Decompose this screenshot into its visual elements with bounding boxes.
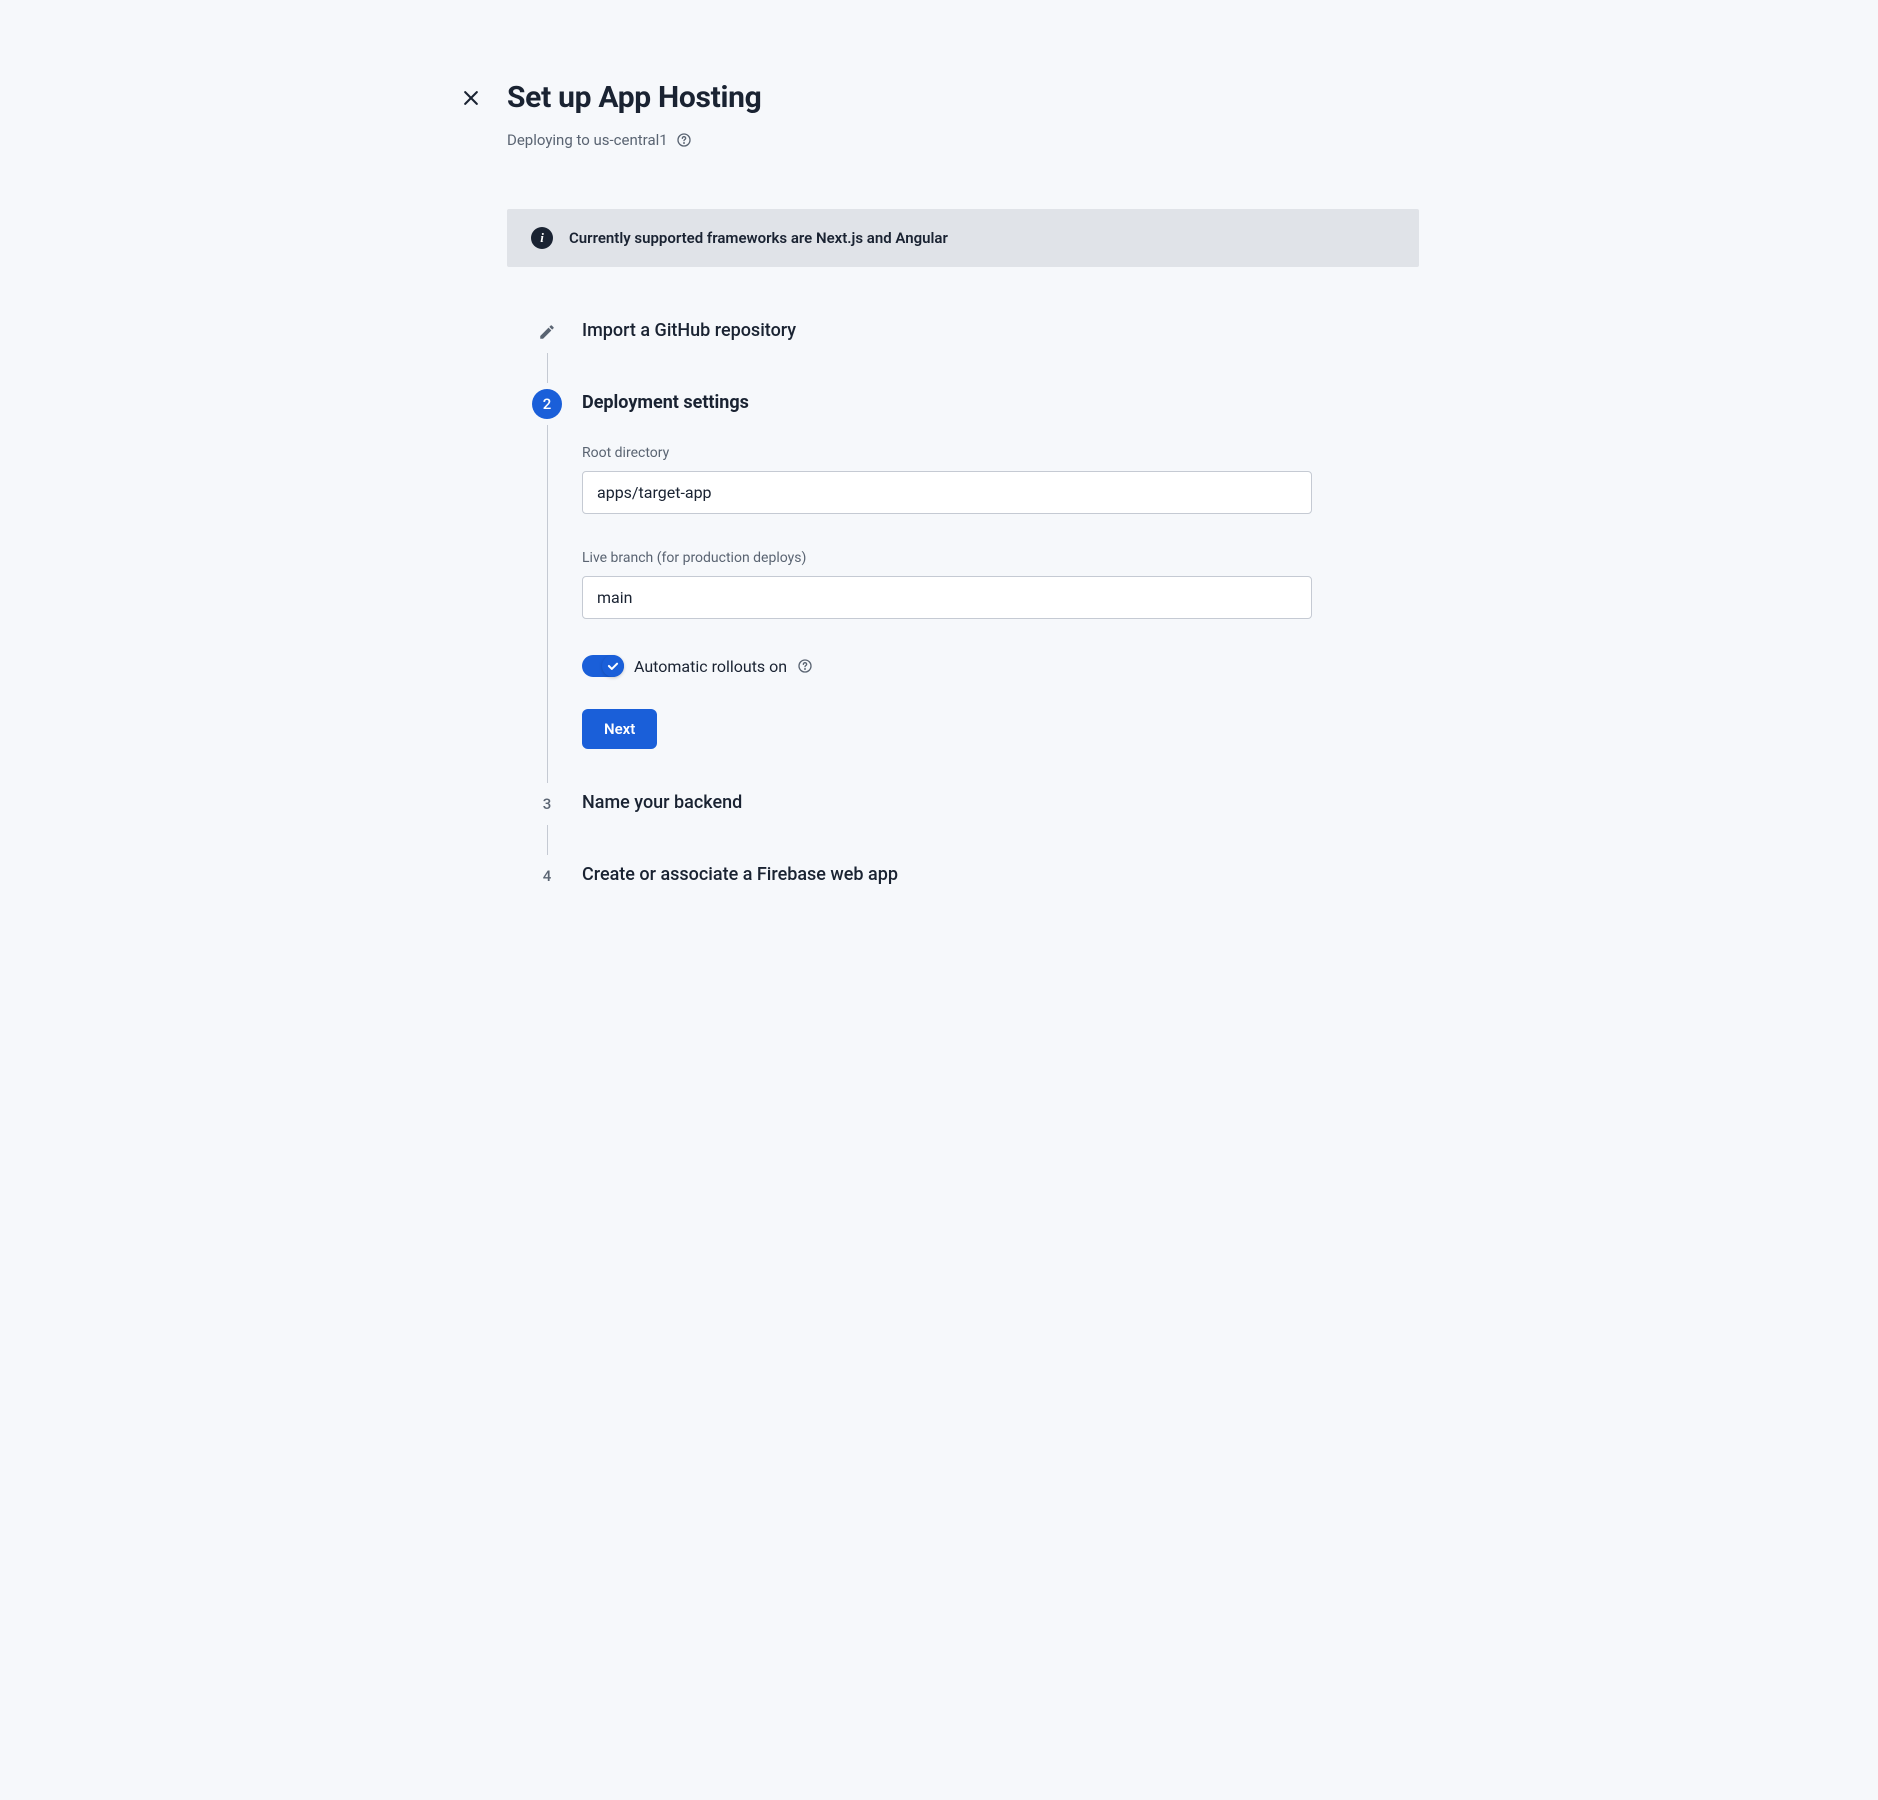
info-banner: i Currently supported frameworks are Nex… [507,209,1419,267]
step-2-badge: 2 [532,389,562,419]
step-3-badge: 3 [532,789,562,819]
edit-icon[interactable] [532,317,562,347]
step-1-title: Import a GitHub repository [582,317,1419,341]
page-title: Set up App Hosting [507,80,761,115]
step-connector [547,353,548,383]
help-icon[interactable] [676,132,692,148]
step-name-backend: 3 Name your backend [532,789,1419,861]
step-firebase-app: 4 Create or associate a Firebase web app [532,861,1419,891]
help-icon[interactable] [797,658,813,674]
step-import-repo: Import a GitHub repository [532,317,1419,389]
auto-rollouts-label: Automatic rollouts on [634,657,787,676]
root-directory-input[interactable] [582,471,1312,514]
next-button[interactable]: Next [582,709,657,749]
info-icon: i [531,227,553,249]
live-branch-input[interactable] [582,576,1312,619]
step-connector [547,825,548,855]
step-4-title: Create or associate a Firebase web app [582,861,1419,885]
close-button[interactable] [459,86,483,110]
root-directory-label: Root directory [582,445,1419,461]
auto-rollouts-toggle[interactable] [582,655,624,677]
step-3-title: Name your backend [582,789,1419,813]
step-connector [547,425,548,783]
info-banner-text: Currently supported frameworks are Next.… [569,229,948,247]
deploy-region-label: Deploying to us-central1 [507,131,668,149]
live-branch-label: Live branch (for production deploys) [582,550,1419,566]
step-2-title: Deployment settings [582,389,1419,413]
step-deployment-settings: 2 Deployment settings Root directory Liv… [532,389,1419,789]
step-4-badge: 4 [532,861,562,891]
